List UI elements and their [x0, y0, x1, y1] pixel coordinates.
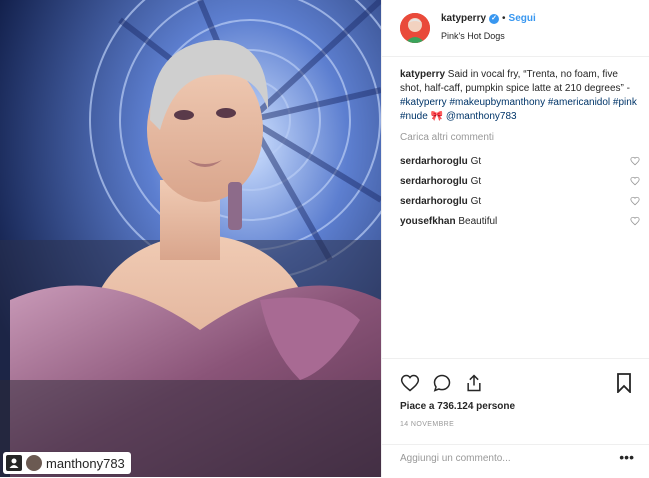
comment-text: Beautiful: [458, 215, 498, 227]
comment-username[interactable]: serdarhoroglu: [400, 196, 468, 207]
post-date: 14 NOVEMBRE: [400, 421, 455, 428]
tag-username: manthony783: [46, 455, 125, 471]
post-details-panel: katyperry ✓ • Segui Pink's Hot Dogs katy…: [381, 0, 649, 477]
action-icons: [400, 373, 484, 393]
comment-heart-icon[interactable]: [630, 196, 640, 206]
avatar[interactable]: [400, 13, 430, 43]
likes-count[interactable]: Piace a 736.124 persone: [400, 401, 515, 412]
hashtag[interactable]: #americanidol: [548, 97, 610, 108]
comment-username[interactable]: serdarhoroglu: [400, 176, 468, 187]
like-heart-icon[interactable]: [400, 373, 420, 393]
hashtag[interactable]: #nude: [400, 111, 428, 122]
photo-user-tag[interactable]: manthony783: [3, 452, 131, 474]
hashtag[interactable]: #katyperry: [400, 97, 447, 108]
photo-illustration: [0, 0, 381, 477]
comment-text: Gt: [470, 195, 482, 207]
add-comment-bar: Aggiungi un commento... •••: [382, 444, 649, 478]
comment-text: Gt: [470, 175, 482, 187]
load-more-comments[interactable]: Carica altri commenti: [400, 132, 494, 143]
comment-heart-icon[interactable]: [630, 216, 640, 226]
comment-row: serdarhoroglu Gt: [400, 171, 640, 191]
comment-username[interactable]: yousefkhan: [400, 216, 456, 227]
hashtag[interactable]: #makeupbymanthony: [449, 97, 545, 108]
tagged-people-icon: [6, 455, 22, 471]
hashtag[interactable]: #pink: [613, 97, 637, 108]
location-link[interactable]: Pink's Hot Dogs: [441, 31, 505, 41]
tag-avatar: [26, 455, 42, 471]
comment-row: serdarhoroglu Gt: [400, 151, 640, 171]
more-options-icon[interactable]: •••: [619, 449, 634, 465]
bookmark-icon[interactable]: [616, 373, 632, 393]
follow-button[interactable]: Segui: [509, 13, 536, 24]
share-icon[interactable]: [464, 373, 484, 393]
verified-badge-icon: ✓: [489, 13, 500, 24]
comment-text: Gt: [470, 155, 482, 167]
post-actions: Piace a 736.124 persone 14 NOVEMBRE: [382, 358, 649, 449]
caption: katyperry Said in vocal fry, “Trenta, no…: [400, 68, 640, 124]
comment-row: yousefkhan Beautiful: [400, 211, 640, 231]
separator-dot: •: [502, 13, 506, 24]
header-username[interactable]: katyperry: [441, 13, 486, 24]
comment-bubble-icon[interactable]: [432, 373, 452, 393]
post-header: katyperry ✓ • Segui Pink's Hot Dogs: [382, 0, 649, 57]
comment-heart-icon[interactable]: [630, 156, 640, 166]
caption-username[interactable]: katyperry: [400, 69, 445, 80]
comment-list: serdarhoroglu Gt serdarhoroglu Gt serdar…: [400, 151, 640, 231]
comment-row: serdarhoroglu Gt: [400, 191, 640, 211]
ribbon-emoji: 🎀: [430, 111, 444, 122]
comment-heart-icon[interactable]: [630, 176, 640, 186]
comment-username[interactable]: serdarhoroglu: [400, 156, 468, 167]
header-user-line: katyperry ✓ • Segui: [441, 13, 536, 24]
comment-input[interactable]: Aggiungi un commento...: [400, 453, 511, 464]
post-photo[interactable]: manthony783: [0, 0, 381, 477]
mention-link[interactable]: @manthony783: [446, 111, 517, 122]
